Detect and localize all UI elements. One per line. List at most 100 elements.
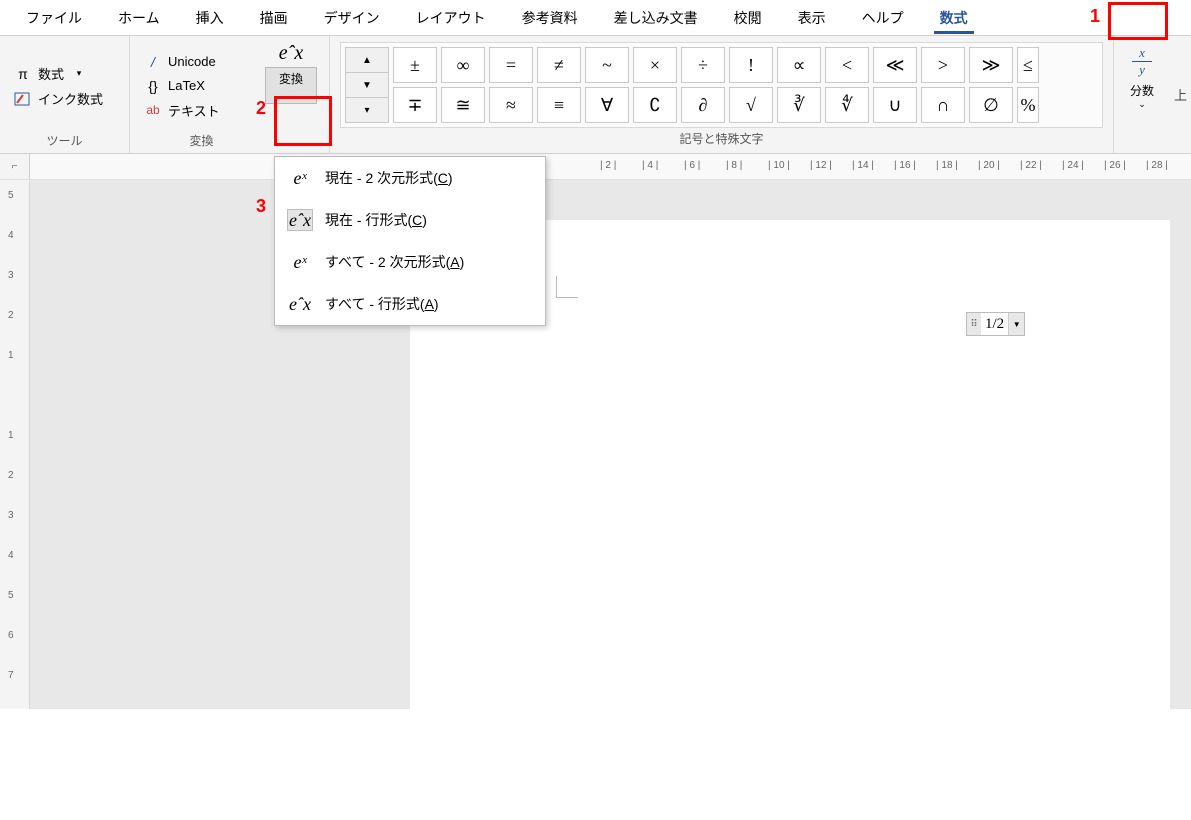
ruler-tick: | 10 | — [768, 160, 790, 171]
tab-references[interactable]: 参考資料 — [504, 0, 596, 36]
chevron-down-icon: ⌄ — [287, 90, 295, 100]
ribbon-body: π 数式 ▾ インク数式 ツール / Unicode {} — [0, 36, 1191, 154]
symbol-button[interactable]: ∅ — [969, 87, 1013, 123]
symbol-button[interactable]: ∝ — [777, 47, 821, 83]
ruler-corner[interactable]: ⌐ — [0, 154, 30, 179]
symbol-button[interactable]: ∓ — [393, 87, 437, 123]
ink-equation-label: インク数式 — [38, 89, 103, 108]
ruler-tick: 7 — [8, 670, 14, 681]
symbol-button[interactable]: ∂ — [681, 87, 725, 123]
equation-box[interactable]: ⠿ 1/2 ▼ — [966, 312, 1025, 336]
unicode-button[interactable]: / Unicode — [140, 50, 263, 74]
tab-insert[interactable]: 挿入 — [178, 0, 242, 36]
equation-content[interactable]: 1/2 — [981, 315, 1008, 334]
vertical-ruler[interactable]: 543211234567 — [0, 180, 30, 709]
tab-view[interactable]: 表示 — [780, 0, 844, 36]
text-button[interactable]: ab テキスト — [140, 98, 263, 123]
fraction-label: 分数 — [1130, 82, 1154, 99]
tab-review[interactable]: 校閲 — [716, 0, 780, 36]
group-structures: xy 分数 ⌄ — [1114, 36, 1170, 153]
symbol-button[interactable]: ~ — [585, 47, 629, 83]
symbol-button[interactable]: ! — [729, 47, 773, 83]
annotation-number-1: 1 — [1090, 6, 1100, 27]
menu-all-2d[interactable]: eˣ すべて - 2 次元形式(A) — [275, 241, 545, 283]
ink-equation-button[interactable]: インク数式 — [10, 86, 119, 111]
symbols-grid: ±∞=≠~×÷!∝<≪>≫≤ ▲▼▾∓≅≈≡∀∁∂√∛∜∪∩∅% — [340, 42, 1103, 128]
tab-mailings[interactable]: 差し込み文書 — [596, 0, 716, 36]
ruler-tick: 2 — [8, 310, 14, 321]
pi-icon: π — [14, 65, 32, 83]
ruler-tick: | 22 | — [1020, 160, 1042, 171]
symbol-button[interactable]: < — [825, 47, 869, 83]
equation-dropdown[interactable]: ▼ — [1008, 313, 1024, 335]
symbol-button[interactable]: ≅ — [441, 87, 485, 123]
ruler-tick: | 14 | — [852, 160, 874, 171]
symbol-button[interactable]: ≈ — [489, 87, 533, 123]
ruler-tick: 6 — [8, 630, 14, 641]
ruler-tick: | 2 | — [600, 160, 616, 171]
tab-file[interactable]: ファイル — [8, 0, 100, 36]
ruler-area: ⌐ | 2 || 4 || 6 || 8 || 10 || 12 || 14 |… — [0, 154, 1191, 180]
symbol-button[interactable]: ∩ — [921, 87, 965, 123]
tab-layout[interactable]: レイアウト — [398, 0, 504, 36]
symbol-button[interactable]: ± — [393, 47, 437, 83]
symbol-button[interactable]: ≤ — [1017, 47, 1039, 83]
ex-superscript-icon: eˣ — [287, 167, 313, 189]
ruler-tick: | 6 | — [684, 160, 700, 171]
symbol-button[interactable]: ∁ — [633, 87, 677, 123]
tab-draw[interactable]: 描画 — [242, 0, 306, 36]
fraction-button[interactable]: xy 分数 ⌄ — [1126, 40, 1158, 110]
ex-superscript-icon: eˣ — [287, 251, 313, 273]
symbol-button[interactable]: ∀ — [585, 87, 629, 123]
ruler-tick: 2 — [8, 470, 14, 481]
tab-design[interactable]: デザイン — [306, 0, 398, 36]
equation-button[interactable]: π 数式 ▾ — [10, 61, 119, 86]
symbol-button[interactable]: = — [489, 47, 533, 83]
ruler-tick: | 20 | — [978, 160, 1000, 171]
ruler-tick: 1 — [8, 430, 14, 441]
equation-handle[interactable]: ⠿ — [967, 313, 981, 335]
tab-help[interactable]: ヘルプ — [844, 0, 922, 36]
symbol-button[interactable]: ∛ — [777, 87, 821, 123]
latex-button[interactable]: {} LaTeX — [140, 74, 263, 98]
symbol-button[interactable]: > — [921, 47, 965, 83]
ruler-tick: 4 — [8, 550, 14, 561]
annotation-number-2: 2 — [256, 98, 266, 119]
tab-equation[interactable]: 数式 — [922, 0, 986, 36]
menu-all-linear[interactable]: eˆx すべて - 行形式(A) — [275, 283, 545, 325]
menu-all-linear-label: すべて - 行形式(A) — [325, 294, 439, 314]
symbol-button[interactable]: ∪ — [873, 87, 917, 123]
symbol-button[interactable]: ≪ — [873, 47, 917, 83]
menu-current-2d[interactable]: eˣ 現在 - 2 次元形式(C) — [275, 157, 545, 199]
symbol-button[interactable]: ∞ — [441, 47, 485, 83]
ruler-tick: | 24 | — [1062, 160, 1084, 171]
ruler-tick: 5 — [8, 590, 14, 601]
ruler-tick: 1 — [8, 350, 14, 361]
ruler-tick: 5 — [8, 190, 14, 201]
ruler-tick: | 8 | — [726, 160, 742, 171]
slash-icon: / — [144, 53, 162, 71]
symbol-button[interactable]: % — [1017, 87, 1039, 123]
symbol-button[interactable]: ≡ — [537, 87, 581, 123]
symbol-button[interactable]: ∜ — [825, 87, 869, 123]
symbols-scroll-up[interactable]: ▲ — [346, 48, 388, 73]
chevron-down-icon: ⌄ — [1138, 99, 1146, 110]
symbol-button[interactable]: ÷ — [681, 47, 725, 83]
equation-label: 数式 — [38, 64, 64, 83]
convert-top-icon: eˆx — [279, 42, 303, 65]
symbols-scroll-down[interactable]: ▼ — [346, 73, 388, 98]
tab-home[interactable]: ホーム — [100, 0, 178, 36]
symbol-button[interactable]: √ — [729, 87, 773, 123]
latex-label: LaTeX — [168, 78, 205, 93]
ab-icon: ab — [144, 101, 162, 119]
symbols-more[interactable]: ▾ — [346, 98, 388, 122]
convert-button[interactable]: 変換 ⌄ — [265, 67, 317, 104]
menu-current-2d-label: 現在 - 2 次元形式(C) — [325, 168, 453, 188]
symbol-button[interactable]: ≫ — [969, 47, 1013, 83]
horizontal-ruler[interactable]: | 2 || 4 || 6 || 8 || 10 || 12 || 14 || … — [30, 154, 1191, 179]
menu-current-linear[interactable]: eˆx 現在 - 行形式(C) — [275, 199, 545, 241]
fraction-icon: xy — [1126, 40, 1158, 82]
symbol-button[interactable]: × — [633, 47, 677, 83]
group-symbols-label: 記号と特殊文字 — [340, 128, 1103, 149]
symbol-button[interactable]: ≠ — [537, 47, 581, 83]
